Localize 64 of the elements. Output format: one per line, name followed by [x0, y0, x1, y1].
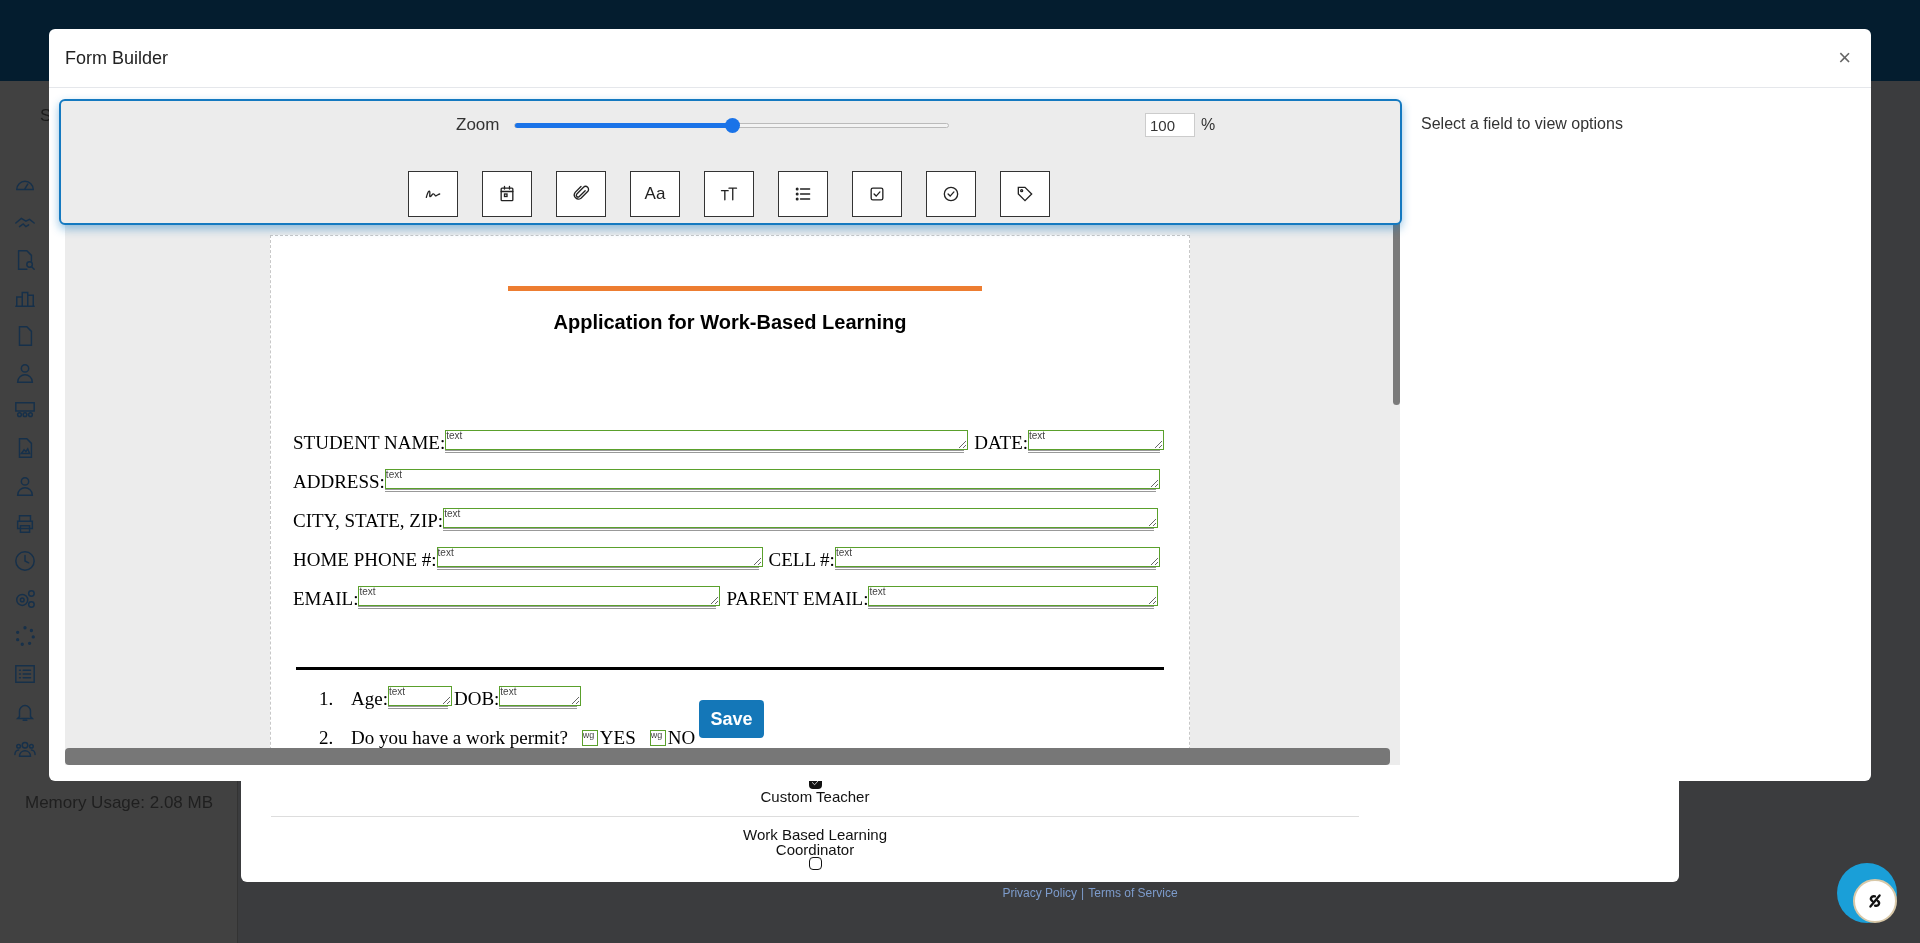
tool-button[interactable]	[852, 171, 902, 217]
tool-button[interactable]	[1000, 171, 1050, 217]
tag-icon	[1015, 184, 1035, 204]
checkbox-field[interactable]: wg	[649, 730, 666, 746]
chat-button[interactable]	[1837, 863, 1897, 923]
gears-icon	[14, 587, 36, 610]
text-field[interactable]: text	[445, 430, 969, 450]
role-label: Custom Teacher	[759, 789, 871, 804]
slider-thumb[interactable]	[724, 118, 740, 133]
zoom-input[interactable]: 100	[1145, 113, 1195, 137]
list-number: 1.	[319, 689, 335, 709]
field-label: CELL #:	[768, 550, 835, 570]
field-label: Do you have a work permit?	[351, 728, 568, 748]
spinner-icon	[14, 625, 36, 648]
list-icon	[14, 663, 36, 685]
user-icon	[14, 475, 36, 498]
text-field[interactable]: text	[358, 586, 721, 606]
footer-link[interactable]: Privacy Policy	[1002, 884, 1078, 902]
field-label: DOB:	[453, 689, 500, 709]
text-field[interactable]: text	[387, 686, 452, 706]
role-label: Work Based Learning Coordinator	[742, 827, 888, 857]
checkbox-field[interactable]: wg	[581, 730, 598, 746]
text-field[interactable]: text	[834, 547, 1160, 567]
document-title: Application for Work-Based Learning	[552, 310, 908, 335]
text-field[interactable]: text	[868, 586, 1159, 606]
text-field[interactable]: text	[436, 547, 763, 567]
field-label: Age:	[351, 689, 388, 709]
clock-icon	[14, 550, 36, 573]
field-label: HOME PHONE #:	[293, 550, 437, 570]
field-label: ADDRESS:	[293, 472, 385, 492]
zoom-label: Zoom	[456, 114, 501, 137]
checkbox[interactable]	[808, 857, 822, 870]
tool-button[interactable]	[926, 171, 976, 217]
tool-button[interactable]	[704, 171, 754, 217]
options-hint: Select a field to view options	[1421, 115, 1623, 132]
text-field[interactable]: text	[499, 686, 582, 706]
printer-icon	[14, 512, 36, 535]
check-circle-icon	[941, 184, 961, 204]
field-label: STUDENT NAME:	[293, 433, 446, 453]
tool-button[interactable]	[556, 171, 606, 217]
list-number: 2.	[319, 728, 335, 748]
text-field[interactable]: text	[1028, 430, 1164, 450]
save-button[interactable]: Save	[699, 700, 764, 738]
link-separator: |	[1081, 885, 1085, 902]
zoom-slider[interactable]	[514, 117, 949, 133]
field-label: DATE:	[974, 433, 1028, 453]
field-label: PARENT EMAIL:	[726, 589, 869, 609]
field-label: YES	[599, 728, 636, 748]
footer-link[interactable]: Terms of Service	[1088, 884, 1178, 902]
field-label: CITY, STATE, ZIP:	[293, 511, 444, 531]
horizontal-scrollbar[interactable]	[65, 748, 1390, 765]
chat-icon	[1853, 879, 1897, 923]
tool-button[interactable]	[408, 171, 458, 217]
text-field[interactable]: text	[443, 508, 1159, 528]
tool-button[interactable]	[778, 171, 828, 217]
dialog-title: Form Builder	[65, 46, 169, 70]
tool-button[interactable]: Aa	[630, 171, 680, 217]
tool-button[interactable]	[482, 171, 532, 217]
text-field[interactable]: text	[384, 469, 1160, 489]
zoom-unit: %	[1201, 115, 1216, 135]
close-button[interactable]: ×	[1834, 47, 1855, 69]
person-icon	[14, 362, 36, 385]
field-label: EMAIL:	[293, 589, 359, 609]
field-label: NO	[667, 728, 696, 748]
